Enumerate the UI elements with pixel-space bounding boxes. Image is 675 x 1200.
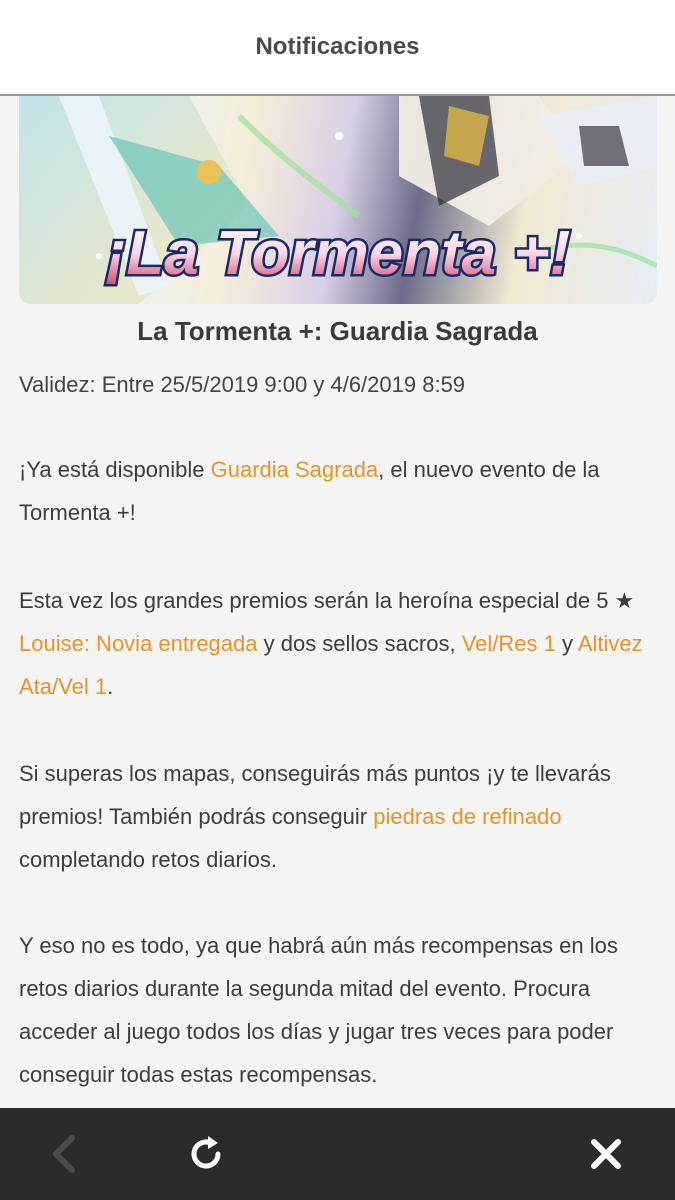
banner-title-text: ¡La Tormenta +! bbox=[106, 219, 571, 288]
paragraph-3-text-b: completando retos diarios. bbox=[19, 847, 278, 872]
header-bar: Notificaciones bbox=[0, 0, 675, 96]
paragraph-2-text-a: Esta vez los grandes premios serán la he… bbox=[19, 588, 635, 613]
close-icon bbox=[591, 1139, 621, 1169]
reload-icon bbox=[191, 1136, 221, 1169]
paragraph-2-text-d: . bbox=[107, 674, 114, 699]
bottom-navigation-bar bbox=[0, 1108, 675, 1200]
link-piedras-refinado[interactable]: piedras de refinado bbox=[373, 804, 561, 829]
event-banner-image: ¡La Tormenta +! bbox=[19, 96, 657, 304]
link-vel-res[interactable]: Vel/Res 1 bbox=[462, 631, 556, 656]
validity-text: Validez: Entre 25/5/2019 9:00 y 4/6/2019… bbox=[19, 372, 466, 397]
paragraph-4: Y eso no es todo, ya que habrá aún más r… bbox=[19, 933, 618, 1087]
paragraph-2-text-c: y bbox=[555, 631, 578, 656]
notification-content[interactable]: ¡La Tormenta +! La Tormenta +: Guardia S… bbox=[0, 96, 675, 1108]
paragraph-3: Si superas los mapas, conseguirás más pu… bbox=[19, 752, 659, 881]
chevron-left-icon bbox=[53, 1135, 75, 1173]
page-title: Notificaciones bbox=[255, 33, 420, 60]
link-louise[interactable]: Louise: Novia entregada bbox=[19, 631, 258, 656]
reload-button[interactable] bbox=[180, 1128, 232, 1180]
link-guardia-sagrada[interactable]: Guardia Sagrada bbox=[211, 457, 379, 482]
back-button[interactable] bbox=[38, 1128, 90, 1180]
close-button[interactable] bbox=[580, 1128, 632, 1180]
paragraph-1: ¡Ya está disponible Guardia Sagrada, el … bbox=[19, 448, 659, 534]
paragraph-1-text-a: ¡Ya está disponible bbox=[19, 457, 211, 482]
paragraph-2: Esta vez los grandes premios serán la he… bbox=[19, 579, 659, 708]
paragraph-2-text-b: y dos sellos sacros, bbox=[257, 631, 462, 656]
article-title: La Tormenta +: Guardia Sagrada bbox=[137, 316, 538, 346]
